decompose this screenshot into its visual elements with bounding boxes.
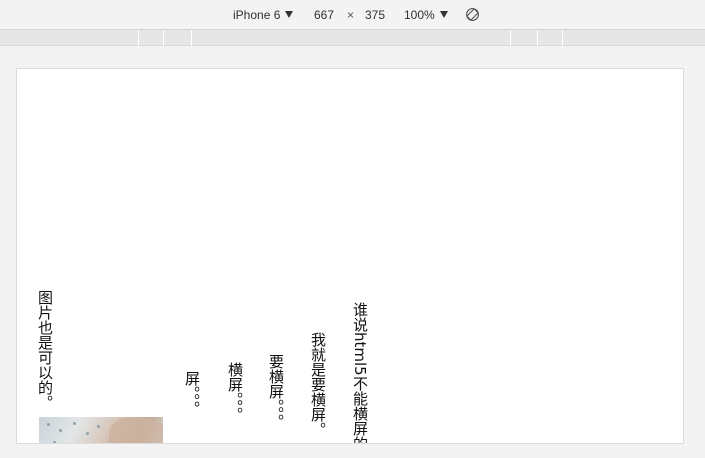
image-caption: 图片也是可以的。: [36, 290, 54, 410]
device-viewport: 谁说html5不能横屏的 我就是要横屏。 要横屏。。。 横屏。。。 屏。。。 图…: [16, 68, 684, 444]
text-line-2: 我就是要横屏。: [309, 332, 327, 437]
photo-subject: [109, 417, 163, 443]
ruler-tick: [537, 30, 538, 46]
zoom-value: 100%: [404, 8, 435, 22]
photo-detail: [47, 423, 50, 426]
dimension-separator: ×: [347, 8, 355, 22]
text-line-3: 要横屏。。。: [267, 354, 285, 429]
width-input[interactable]: 667: [314, 8, 334, 23]
photo-detail: [73, 422, 76, 425]
device-select[interactable]: iPhone 6: [233, 8, 294, 23]
ruler-tick: [163, 30, 164, 46]
text-line-1: 谁说html5不能横屏的: [351, 302, 369, 444]
rotate-icon[interactable]: [465, 7, 480, 22]
ruler-tick: [191, 30, 192, 46]
photo-detail: [97, 425, 100, 428]
media-query-bar[interactable]: [0, 30, 705, 46]
device-toolbar: iPhone 6 667 × 375 100%: [0, 0, 705, 30]
text-line-5: 屏。。。: [183, 371, 201, 416]
device-name: iPhone 6: [233, 8, 281, 22]
chevron-down-icon: [285, 11, 294, 18]
chevron-down-icon: [439, 11, 448, 18]
photo-detail: [59, 429, 62, 432]
height-input[interactable]: 375: [365, 8, 385, 23]
photo-detail: [53, 441, 56, 443]
ruler-tick: [138, 30, 139, 46]
ruler-tick: [510, 30, 511, 46]
text-line-4: 横屏。。。: [226, 362, 244, 422]
photo-detail: [86, 432, 89, 435]
ruler-tick: [562, 30, 563, 46]
zoom-select[interactable]: 100%: [404, 8, 448, 23]
sample-photo: [39, 417, 163, 443]
